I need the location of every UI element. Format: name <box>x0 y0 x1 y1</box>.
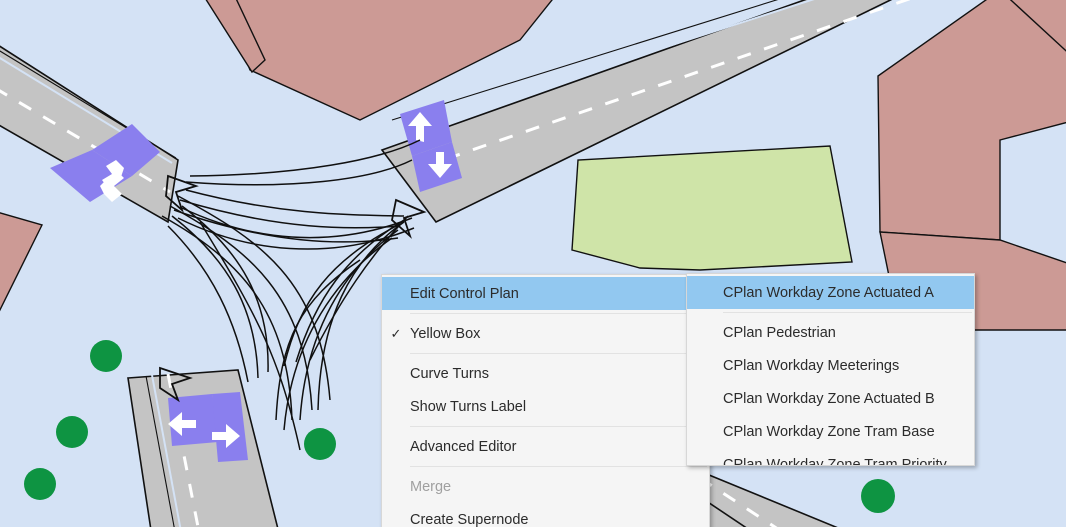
node-context-menu[interactable]: Edit Control Plan ▶ ✓ Yellow Box Curve T… <box>381 274 710 527</box>
menu-item-advanced-editor[interactable]: Advanced Editor <box>382 430 709 463</box>
park-polygon <box>571 145 853 271</box>
menu-separator <box>410 466 707 467</box>
menu-item-label: Merge <box>410 478 452 495</box>
menu-item-edit-control-plan[interactable]: Edit Control Plan ▶ <box>382 277 709 310</box>
menu-item-label: Advanced Editor <box>410 438 517 455</box>
submenu-item-cplan-workday-zone-tram-base[interactable]: CPlan Workday Zone Tram Base <box>687 415 974 448</box>
menu-separator <box>410 313 707 314</box>
menu-item-label: Yellow Box <box>410 325 481 342</box>
node-marker <box>90 340 122 372</box>
node-marker <box>56 416 88 448</box>
submenu-item-label: CPlan Workday Zone Tram Base <box>723 423 935 440</box>
submenu-item-cplan-workday-meeterings[interactable]: CPlan Workday Meeterings <box>687 349 974 382</box>
submenu-item-label: CPlan Workday Zone Actuated B <box>723 390 935 407</box>
menu-separator <box>410 426 707 427</box>
submenu-item-cplan-workday-zone-actuated-a[interactable]: CPlan Workday Zone Actuated A <box>687 276 974 309</box>
submenu-item-cplan-workday-zone-tram-priority[interactable]: CPlan Workday Zone Tram Priority <box>687 448 974 466</box>
submenu-item-label: CPlan Pedestrian <box>723 324 836 341</box>
menu-item-create-supernode[interactable]: Create Supernode <box>382 503 709 527</box>
node-marker <box>24 468 56 500</box>
node-marker <box>304 428 336 460</box>
node-marker <box>861 479 895 513</box>
control-plan-submenu[interactable]: CPlan Workday Zone Actuated A CPlan Pede… <box>686 273 975 466</box>
menu-item-label: Create Supernode <box>410 511 529 527</box>
submenu-item-cplan-pedestrian[interactable]: CPlan Pedestrian <box>687 316 974 349</box>
map-editor-window: Edit Control Plan ▶ ✓ Yellow Box Curve T… <box>0 0 1066 527</box>
menu-item-show-turns-label[interactable]: Show Turns Label <box>382 390 709 423</box>
submenu-item-label: CPlan Workday Meeterings <box>723 357 900 374</box>
menu-separator <box>723 312 972 313</box>
menu-item-label: Edit Control Plan <box>410 285 519 302</box>
menu-separator <box>410 353 707 354</box>
menu-item-yellow-box[interactable]: ✓ Yellow Box <box>382 317 709 350</box>
submenu-item-label: CPlan Workday Zone Tram Priority <box>723 456 947 466</box>
submenu-item-label: CPlan Workday Zone Actuated A <box>723 284 934 301</box>
menu-item-merge: Merge <box>382 470 709 503</box>
check-icon: ✓ <box>390 326 402 341</box>
menu-item-curve-turns[interactable]: Curve Turns <box>382 357 709 390</box>
menu-item-label: Show Turns Label <box>410 398 527 415</box>
submenu-item-cplan-workday-zone-actuated-b[interactable]: CPlan Workday Zone Actuated B <box>687 382 974 415</box>
menu-item-label: Curve Turns <box>410 365 489 382</box>
